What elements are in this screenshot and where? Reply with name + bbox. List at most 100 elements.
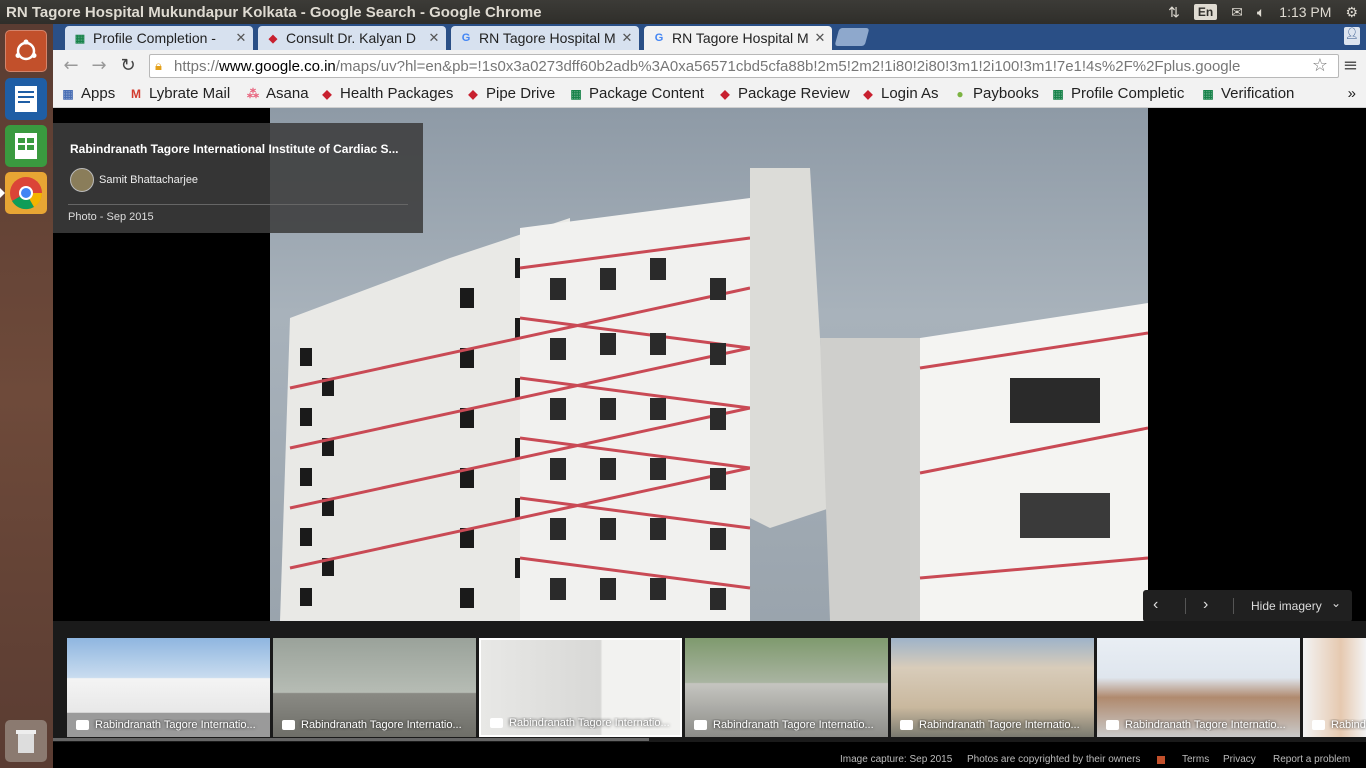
clock[interactable]: 1:13 PM [1279, 4, 1331, 20]
paybooks-icon: ● [956, 86, 964, 101]
bookmarks-bar: ▦ Apps M Lybrate Mail ⁂ Asana ◆ Health P… [53, 82, 1366, 108]
thumbnail-caption: Rabindranath Tagore Internatio... [301, 719, 462, 731]
close-icon[interactable]: ✕ [619, 30, 635, 46]
bookmark-pipe-drive[interactable]: ◆ Pipe Drive [466, 85, 555, 102]
report-problem-link[interactable]: Report a problem [1273, 754, 1350, 765]
reload-icon[interactable]: ↻ [116, 55, 140, 77]
tab-label: Profile Completion - [93, 30, 216, 46]
bookmark-star-icon[interactable]: ☆ [1312, 55, 1328, 76]
network-icon[interactable]: ⇅ [1168, 4, 1180, 21]
tab-label: RN Tagore Hospital M [672, 30, 809, 46]
thumbnail-scrollbar[interactable] [53, 738, 649, 741]
libreoffice-calc-icon[interactable] [5, 125, 47, 167]
address-bar[interactable]: 🔒︎ https://www.google.co.in/maps/uv?hl=e… [149, 54, 1339, 78]
settings-gear-icon[interactable]: ⚙ [1345, 4, 1358, 21]
thumbnail-caption: Rabind [1331, 719, 1366, 731]
tab-profile-completion[interactable]: ▦ Profile Completion - ✕ [65, 26, 253, 50]
lybrate-icon: ◆ [322, 86, 332, 101]
divider [1233, 598, 1234, 614]
tab-label: Consult Dr. Kalyan D [286, 30, 416, 46]
active-app-indicator [0, 188, 5, 198]
bookmark-label: Profile Completic [1071, 85, 1185, 102]
chrome-icon[interactable] [5, 172, 47, 214]
bookmark-label: Paybooks [973, 85, 1039, 102]
bookmark-label: Pipe Drive [486, 85, 556, 102]
bookmark-login-as[interactable]: ◆ Login As [861, 85, 939, 102]
privacy-link[interactable]: Privacy [1223, 754, 1256, 765]
keyboard-layout-indicator[interactable]: En [1193, 4, 1218, 20]
url-path: /maps/uv?hl=en&pb=!1s0x3a0273dff60b2adb%… [335, 57, 1241, 75]
url-scheme: https:// [174, 57, 220, 75]
top-panel: RN Tagore Hospital Mukundapur Kolkata - … [0, 0, 1366, 24]
sheets-icon: ▦ [1202, 86, 1214, 101]
report-flag-icon[interactable] [1157, 756, 1165, 764]
double-chevron-down-icon[interactable]: ⌄ [1331, 596, 1341, 610]
lybrate-icon: ◆ [863, 86, 873, 101]
photo-date: Photo - Sep 2015 [68, 211, 154, 223]
place-title[interactable]: Rabindranath Tagore International Instit… [70, 142, 398, 156]
bookmark-asana[interactable]: ⁂ Asana [246, 85, 309, 102]
bookmark-profile-completion[interactable]: ▦ Profile Completic [1051, 85, 1184, 102]
carousel-controls: ‹ › Hide imagery ⌄ [1143, 590, 1352, 622]
hamburger-menu-icon[interactable]: ≡ [1343, 55, 1358, 76]
bookmark-package-content[interactable]: ▦ Package Content [569, 85, 704, 102]
bookmark-health-packages[interactable]: ◆ Health Packages [320, 85, 453, 102]
bookmark-label: Login As [881, 85, 939, 102]
image-capture-date: Image capture: Sep 2015 [840, 754, 953, 765]
bookmark-package-review[interactable]: ◆ Package Review [718, 85, 849, 102]
tab-strip: ▦ Profile Completion - ✕ ◆ Consult Dr. K… [53, 24, 1366, 50]
mail-icon[interactable]: ✉ [1231, 4, 1243, 21]
tab-consult-dr[interactable]: ◆ Consult Dr. Kalyan D ✕ [258, 26, 446, 50]
bookmark-label: Lybrate Mail [149, 85, 231, 102]
imagery-viewer: Rabindranath Tagore International Instit… [53, 108, 1366, 768]
divider [68, 204, 408, 205]
back-arrow-icon[interactable]: ← [59, 55, 83, 77]
avatar[interactable] [70, 168, 94, 192]
thumbnail-active[interactable]: Rabindranath Tagore Internatio... [479, 638, 682, 737]
bookmark-label: Package Content [589, 85, 705, 102]
volume-icon[interactable]: 🔈︎ [1257, 4, 1265, 21]
thumbnail[interactable]: Rabindranath Tagore Internatio... [891, 638, 1094, 737]
profile-icon[interactable]: 👤︎ [1344, 27, 1360, 45]
forward-arrow-icon[interactable]: → [87, 55, 111, 77]
sheets-icon: ▦ [570, 86, 582, 101]
gmail-icon: M [131, 86, 141, 101]
thumbnail-strip: Rabindranath Tagore Internatio... Rabind… [53, 621, 1366, 742]
chevron-right-icon[interactable]: › [1203, 596, 1208, 614]
libreoffice-writer-icon[interactable] [5, 78, 47, 120]
new-tab-button[interactable] [834, 28, 870, 46]
chevron-left-icon[interactable]: ‹ [1153, 596, 1158, 614]
lybrate-icon: ◆ [468, 86, 478, 101]
thumbnail-caption: Rabindranath Tagore Internatio... [1125, 719, 1286, 731]
tab-label: RN Tagore Hospital M [479, 30, 616, 46]
bookmark-verification[interactable]: ▦ Verification [1201, 85, 1294, 102]
thumbnail[interactable]: Rabind [1303, 638, 1366, 737]
dash-home-icon[interactable] [5, 30, 47, 72]
bookmark-label: Verification [1221, 85, 1295, 102]
photo-info-card: Rabindranath Tagore International Instit… [53, 123, 423, 233]
tab-rn-tagore-maps[interactable]: G RN Tagore Hospital M ✕ [644, 26, 832, 50]
bookmark-apps[interactable]: ▦ Apps [61, 85, 115, 102]
lock-warning-icon[interactable]: 🔒︎ [155, 58, 169, 74]
browser-toolbar: ← → ↻ 🔒︎ https://www.google.co.in/maps/u… [53, 50, 1366, 82]
thumbnail[interactable]: Rabindranath Tagore Internatio... [1097, 638, 1300, 737]
close-icon[interactable]: ✕ [426, 30, 442, 46]
trash-icon[interactable] [5, 720, 47, 762]
sheets-icon: ▦ [74, 32, 86, 45]
thumbnail[interactable]: Rabindranath Tagore Internatio... [685, 638, 888, 737]
close-icon[interactable]: ✕ [812, 30, 828, 46]
hide-imagery-button[interactable]: Hide imagery [1251, 599, 1322, 613]
bookmark-lybrate-mail[interactable]: M Lybrate Mail [129, 85, 230, 102]
thumbnail-caption: Rabindranath Tagore Internatio... [919, 719, 1080, 731]
thumbnail[interactable]: Rabindranath Tagore Internatio... [273, 638, 476, 737]
close-icon[interactable]: ✕ [233, 30, 249, 46]
thumbnail[interactable]: Rabindranath Tagore Internatio... [67, 638, 270, 737]
bookmark-paybooks[interactable]: ● Paybooks [953, 85, 1039, 102]
asana-icon: ⁂ [247, 86, 259, 101]
sheets-icon: ▦ [1052, 86, 1064, 101]
divider [1185, 598, 1186, 614]
bookmarks-overflow-chevron-icon[interactable]: » [1348, 85, 1356, 102]
tab-rn-tagore-search[interactable]: G RN Tagore Hospital M ✕ [451, 26, 639, 50]
terms-link[interactable]: Terms [1182, 754, 1209, 765]
photo-author[interactable]: Samit Bhattacharjee [99, 174, 198, 186]
